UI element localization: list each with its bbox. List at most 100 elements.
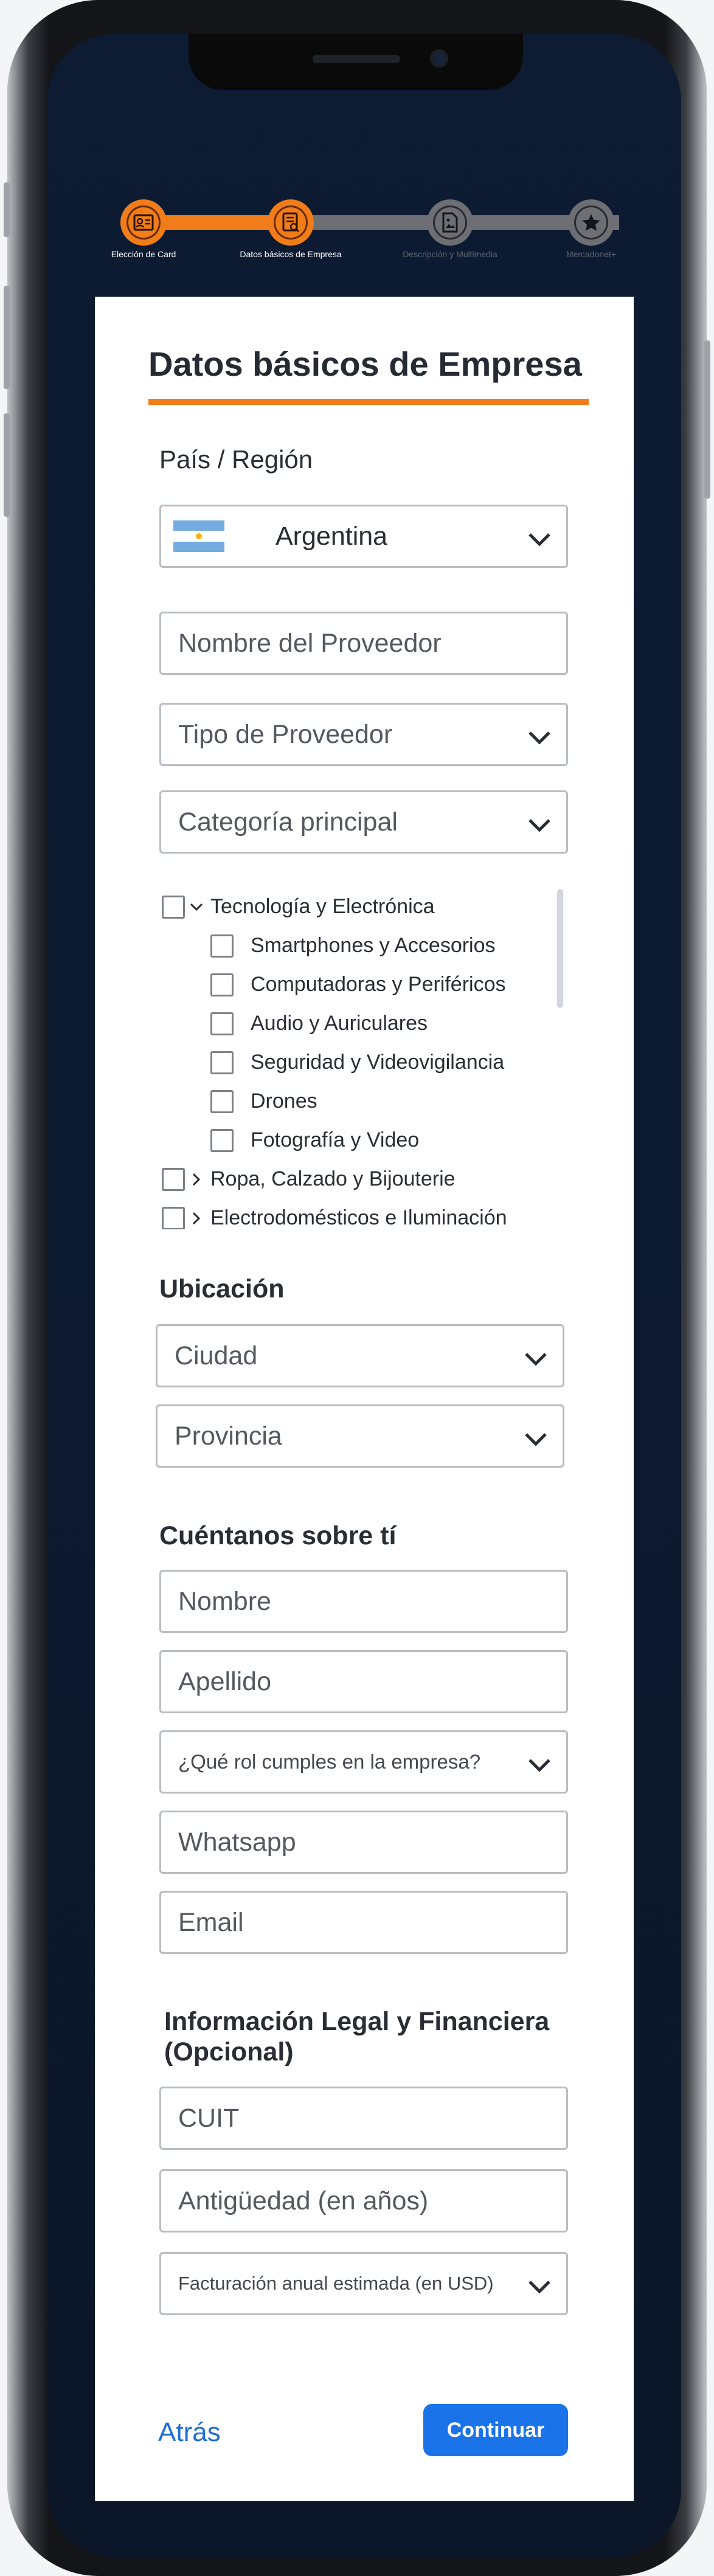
checkbox[interactable]: [210, 1051, 234, 1074]
checkbox[interactable]: [162, 1206, 185, 1229]
document-icon: [282, 212, 299, 232]
file-image-icon: [442, 212, 458, 233]
title-underline: [148, 399, 589, 405]
step-1[interactable]: [120, 199, 167, 246]
revenue-placeholder: Facturación anual estimada (en USD): [178, 2273, 494, 2294]
email-placeholder: Email: [178, 1907, 244, 1937]
checkbox[interactable]: [210, 1128, 234, 1152]
cuit-input[interactable]: CUIT: [159, 2087, 568, 2150]
email-input[interactable]: Email: [159, 1891, 568, 1954]
whatsapp-placeholder: Whatsapp: [178, 1827, 296, 1857]
tree-item-label: Tecnología y Electrónica: [210, 895, 435, 918]
last-name-placeholder: Apellido: [178, 1666, 271, 1696]
chevron-down-icon: [529, 2281, 550, 2294]
tree-item-child[interactable]: Smartphones y Accesorios: [210, 934, 496, 958]
role-select[interactable]: ¿Qué rol cumples en la empresa?: [159, 1730, 568, 1794]
provider-type-select[interactable]: Tipo de Proveedor: [159, 703, 568, 766]
first-name-placeholder: Nombre: [178, 1586, 271, 1616]
tree-item-child[interactable]: Computadoras y Periféricos: [210, 973, 506, 996]
tree-item-parent[interactable]: Tecnología y Electrónica: [162, 895, 435, 919]
form-card: Datos básicos de Empresa País / Región A…: [95, 297, 634, 2501]
chevron-down-icon: [529, 819, 550, 832]
front-camera: [430, 49, 448, 67]
revenue-select[interactable]: Facturación anual estimada (en USD): [159, 2252, 568, 2315]
last-name-input[interactable]: Apellido: [159, 1650, 568, 1713]
whatsapp-input[interactable]: Whatsapp: [159, 1811, 568, 1874]
provider-name-input[interactable]: Nombre del Proveedor: [159, 612, 568, 675]
mute-switch: [4, 182, 10, 237]
checkbox[interactable]: [162, 1167, 185, 1191]
volume-down-button: [4, 413, 10, 517]
about-heading: Cuéntanos sobre tí: [159, 1521, 397, 1550]
chevron-down-icon: [529, 731, 550, 745]
tree-item-parent[interactable]: Ropa, Calzado y Bijouterie: [162, 1167, 456, 1191]
checkbox[interactable]: [210, 1012, 234, 1035]
phone-frame: Elección de Card Datos básicos de Empres…: [4, 0, 710, 2576]
star-icon: [582, 214, 600, 231]
power-button: [704, 340, 710, 499]
category-tree[interactable]: Tecnología y Electrónica Smartphones y A…: [159, 889, 568, 1229]
main-category-placeholder: Categoría principal: [178, 807, 398, 837]
seniority-placeholder: Antigüedad (en años): [178, 2186, 429, 2215]
page-title: Datos básicos de Empresa: [148, 345, 582, 383]
tree-item-parent[interactable]: Electrodomésticos e Iluminación: [162, 1206, 507, 1229]
tree-item-label: Fotografía y Video: [251, 1128, 420, 1152]
chevron-down-icon: [529, 1759, 550, 1772]
chevron-down-icon: [529, 533, 550, 547]
tree-item-label: Drones: [251, 1089, 317, 1113]
tree-item-label: Ropa, Calzado y Bijouterie: [210, 1167, 456, 1190]
progress-stepper: Elección de Card Datos básicos de Empres…: [111, 162, 643, 259]
step-1-label: Elección de Card: [111, 249, 176, 259]
step-2-label: Datos básicos de Empresa: [240, 249, 342, 259]
continue-button[interactable]: Continuar: [423, 2404, 568, 2456]
step-3[interactable]: [427, 199, 473, 246]
chevron-right-icon[interactable]: [192, 1212, 201, 1225]
checkbox[interactable]: [210, 934, 234, 958]
checkbox[interactable]: [210, 973, 234, 996]
tree-item-child[interactable]: Drones: [210, 1089, 317, 1113]
role-placeholder: ¿Qué rol cumples en la empresa?: [178, 1750, 481, 1773]
tree-item-child[interactable]: Fotografía y Video: [210, 1128, 419, 1152]
country-select[interactable]: Argentina: [159, 505, 568, 568]
argentina-flag-icon: [173, 520, 224, 552]
tree-item-child[interactable]: Audio y Auriculares: [210, 1012, 428, 1035]
tree-item-child[interactable]: Seguridad y Videovigilancia: [210, 1051, 504, 1074]
step-3-label: Descripción y Multimedia: [403, 249, 497, 259]
tree-item-label: Audio y Auriculares: [251, 1012, 428, 1035]
first-name-input[interactable]: Nombre: [159, 1570, 568, 1633]
cuit-placeholder: CUIT: [178, 2103, 240, 2133]
speaker: [313, 55, 400, 63]
legal-heading-line1: Información Legal y Financiera: [164, 2007, 550, 2036]
checkbox[interactable]: [162, 895, 185, 919]
province-select[interactable]: Provincia: [156, 1404, 564, 1468]
tree-item-label: Smartphones y Accesorios: [251, 934, 496, 957]
tree-item-label: Electrodomésticos e Iluminación: [210, 1206, 507, 1229]
city-placeholder: Ciudad: [175, 1341, 258, 1370]
step-4-label: Mercadonet+: [566, 249, 617, 259]
country-value: Argentina: [276, 521, 388, 551]
tree-scrollbar[interactable]: [557, 889, 563, 1008]
country-label: País / Región: [159, 445, 313, 474]
provider-type-placeholder: Tipo de Proveedor: [178, 719, 393, 749]
id-card-icon: [133, 214, 154, 231]
checkbox[interactable]: [210, 1089, 234, 1113]
provider-name-placeholder: Nombre del Proveedor: [178, 628, 442, 658]
notch: [189, 34, 523, 90]
seniority-input[interactable]: Antigüedad (en años): [159, 2169, 568, 2232]
province-placeholder: Provincia: [175, 1421, 282, 1451]
step-2[interactable]: [268, 199, 314, 246]
legal-heading: Información Legal y Financiera (Opcional…: [164, 2006, 549, 2067]
chevron-down-icon: [525, 1433, 547, 1446]
tree-item-label: Computadoras y Periféricos: [251, 973, 506, 996]
chevron-right-icon[interactable]: [192, 1173, 201, 1186]
city-select[interactable]: Ciudad: [156, 1324, 564, 1387]
location-heading: Ubicación: [159, 1274, 285, 1304]
back-button[interactable]: Atrás: [158, 2417, 221, 2448]
chevron-down-icon: [525, 1353, 547, 1366]
volume-up-button: [4, 286, 10, 389]
chevron-down-icon[interactable]: [190, 903, 203, 911]
legal-heading-line2: (Opcional): [164, 2037, 294, 2067]
step-4[interactable]: [568, 199, 614, 246]
tree-item-label: Seguridad y Videovigilancia: [251, 1051, 505, 1074]
main-category-select[interactable]: Categoría principal: [159, 790, 568, 854]
